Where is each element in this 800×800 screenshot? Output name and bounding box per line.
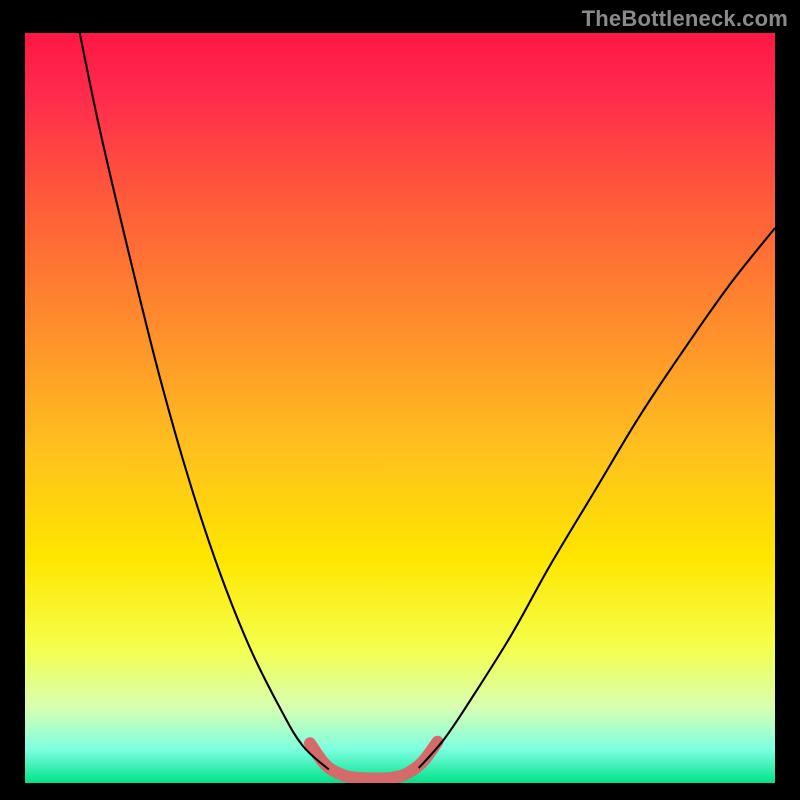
chart-frame: TheBottleneck.com bbox=[0, 0, 800, 800]
plot-background bbox=[25, 33, 775, 783]
chart-plot bbox=[25, 33, 775, 783]
watermark-text: TheBottleneck.com bbox=[582, 6, 788, 32]
